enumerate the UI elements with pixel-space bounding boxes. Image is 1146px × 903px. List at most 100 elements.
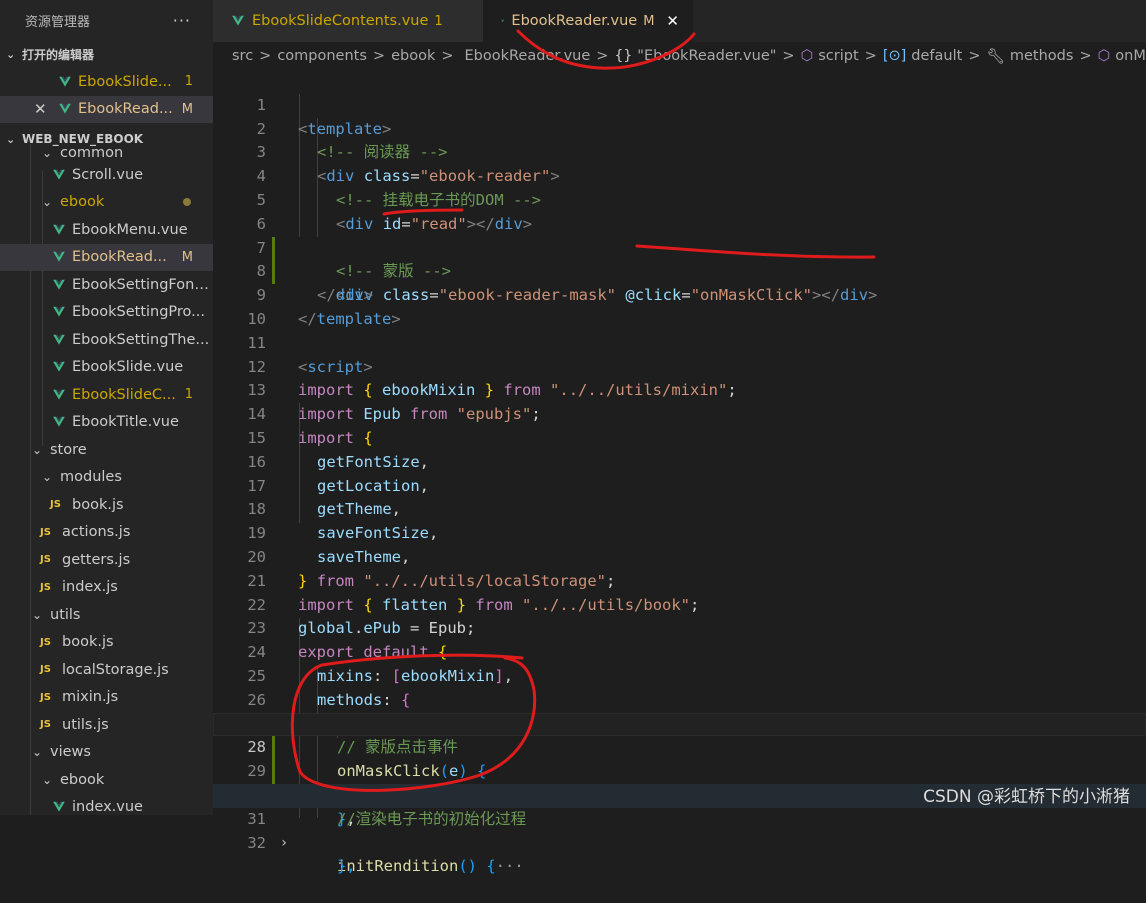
breadcrumb-item[interactable]: default	[911, 48, 962, 64]
tree-folder-common[interactable]: ⌄ common	[0, 144, 213, 161]
code-line: 29 },	[213, 736, 1146, 828]
open-editors-label: 打开的编辑器	[22, 47, 95, 62]
code-line: 4 <!-- 挂载电子书的DOM -->	[213, 141, 1146, 209]
code-line: 22 global.ePub = Epub;	[213, 570, 1146, 638]
explorer-title: 资源管理器	[25, 14, 91, 30]
tree-label: Scroll.vue	[72, 166, 144, 183]
chevron-down-icon: ⌄	[42, 145, 53, 160]
braces-icon: {}	[614, 48, 633, 64]
tree-label: EbookMenu.vue	[72, 221, 188, 238]
vue-file-icon	[232, 15, 244, 26]
tab-ebook-slide-contents[interactable]: EbookSlideContents.vue 1	[213, 0, 483, 42]
breadcrumb-item[interactable]: script	[818, 48, 858, 64]
tree-file[interactable]: EbookTitle.vue	[0, 409, 213, 437]
code-line: 2 <!-- 阅读器 -->	[213, 94, 1146, 162]
tree-file[interactable]: JS utils.js	[0, 711, 213, 739]
close-icon[interactable]: ✕	[34, 100, 47, 118]
problem-count-badge: 1	[184, 387, 193, 403]
tree-file[interactable]: EbookSettingPro...	[0, 299, 213, 327]
tree-label: EbookSettingFont...	[72, 276, 213, 293]
tree-label: EbookSlideC...	[72, 386, 176, 403]
tree-label: views	[50, 744, 91, 761]
close-icon[interactable]: ✕	[666, 12, 679, 30]
chevron-down-icon: ⌄	[42, 772, 53, 787]
tree-label: index.js	[62, 579, 118, 596]
breadcrumb-item[interactable]: onMaskClick	[1115, 48, 1146, 64]
code-editor[interactable]: 1 <template> 2 <!-- 阅读器 --> 3 <div class…	[213, 70, 1146, 875]
vue-file-icon	[53, 169, 65, 180]
modified-badge: M	[643, 13, 655, 29]
tree-file[interactable]: EbookSlide.vue	[0, 354, 213, 382]
tree-file-selected[interactable]: EbookRead... M	[0, 243, 213, 271]
tree-file[interactable]: EbookSettingThe...	[0, 326, 213, 354]
vue-file-icon	[59, 104, 71, 114]
code-line: 30 //渲染电子书的初始化过程	[213, 760, 1146, 828]
open-editor-name: EbookRead...	[78, 101, 173, 118]
more-actions-icon[interactable]: ···	[173, 11, 191, 30]
breadcrumb-separator: >	[596, 48, 609, 64]
breadcrumb-item[interactable]: methods	[1010, 48, 1074, 64]
field-icon: [⊙]	[882, 48, 907, 64]
tree-folder-modules[interactable]: ⌄ modules	[0, 464, 213, 492]
fold-chevron-icon[interactable]: ›	[275, 832, 293, 856]
open-editors-section[interactable]: ⌄ 打开的编辑器	[0, 40, 213, 68]
code-line: 15 getFontSize,	[213, 403, 1146, 471]
breadcrumb-item[interactable]: ebook	[391, 48, 435, 64]
vue-file-icon	[53, 224, 65, 235]
tree-folder-ebook[interactable]: ⌄ ebook	[0, 189, 213, 217]
tree-file[interactable]: JS actions.js	[0, 519, 213, 547]
vue-file-icon	[53, 802, 65, 812]
tree-label: ebook	[60, 771, 105, 788]
js-file-icon: JS	[40, 636, 51, 648]
vue-file-icon	[59, 76, 71, 87]
tree-file[interactable]: EbookSettingFont...	[0, 271, 213, 299]
breadcrumb-separator: >	[782, 48, 795, 64]
modified-badge: M	[181, 101, 193, 117]
tree-folder-utils[interactable]: ⌄ utils	[0, 601, 213, 629]
tree-file[interactable]: JS index.js	[0, 574, 213, 602]
tree-folder-ebook[interactable]: ⌄ ebook	[0, 766, 213, 794]
explorer-header: 资源管理器 ···	[0, 0, 213, 40]
tree-folder-store[interactable]: ⌄ store	[0, 436, 213, 464]
code-line: 27 onMaskClick(e) {	[213, 689, 1146, 781]
tree-label: utils	[50, 606, 81, 623]
tree-file[interactable]: EbookMenu.vue	[0, 216, 213, 244]
chevron-down-icon: ⌄	[42, 470, 53, 485]
tree-file[interactable]: JS getters.js	[0, 546, 213, 574]
breadcrumb-separator: >	[259, 48, 272, 64]
tree-label: EbookTitle.vue	[72, 414, 179, 431]
tree-file[interactable]: EbookSlideC... 1	[0, 381, 213, 409]
code-line: 19 saveTheme,	[213, 498, 1146, 566]
tree-folder-views[interactable]: ⌄ views	[0, 739, 213, 767]
code-line: 8 </div>	[213, 237, 1146, 304]
editor-tab-bar: EbookSlideContents.vue 1 EbookReader.vue…	[213, 0, 1146, 42]
wrench-icon: 🔧︎	[986, 48, 1005, 65]
vue-file-icon	[53, 252, 65, 262]
breadcrumb-separator: >	[968, 48, 981, 64]
code-line: 20 } from "../../utils/localStorage";	[213, 522, 1146, 590]
open-editor-item[interactable]: EbookSlide... 1	[0, 68, 213, 96]
tree-label: EbookSettingPro...	[72, 304, 205, 321]
tree-file[interactable]: JS mixin.js	[0, 684, 213, 712]
problem-count-badge: 1	[434, 13, 443, 29]
tree-file[interactable]: JS book.js	[0, 629, 213, 657]
breadcrumb-item[interactable]: src	[232, 48, 253, 64]
breadcrumb-item[interactable]: EbookReader.vue	[465, 48, 591, 64]
code-line: 1 <template>	[213, 70, 1146, 138]
tree-label: EbookRead...	[72, 249, 167, 266]
code-line: 32 },	[213, 808, 1146, 876]
tree-file[interactable]: JS localStorage.js	[0, 656, 213, 684]
tree-label: EbookSettingThe...	[72, 331, 210, 348]
tree-file[interactable]: index.vue	[0, 794, 213, 815]
tree-file[interactable]: Scroll.vue	[0, 161, 213, 189]
open-editor-item[interactable]: ✕ EbookRead... M	[0, 95, 213, 123]
breadcrumb-item[interactable]: components	[277, 48, 367, 64]
tree-label: book.js	[62, 634, 114, 651]
code-line: 18 saveFontSize,	[213, 475, 1146, 542]
code-line: 5 <div id="read"></div>	[213, 165, 1146, 233]
js-file-icon: JS	[40, 664, 51, 676]
tree-label: common	[60, 144, 124, 161]
tab-ebook-reader[interactable]: EbookReader.vue M ✕	[483, 0, 693, 42]
tree-file[interactable]: JS book.js	[0, 491, 213, 519]
breadcrumb-item[interactable]: "EbookReader.vue"	[637, 48, 776, 64]
